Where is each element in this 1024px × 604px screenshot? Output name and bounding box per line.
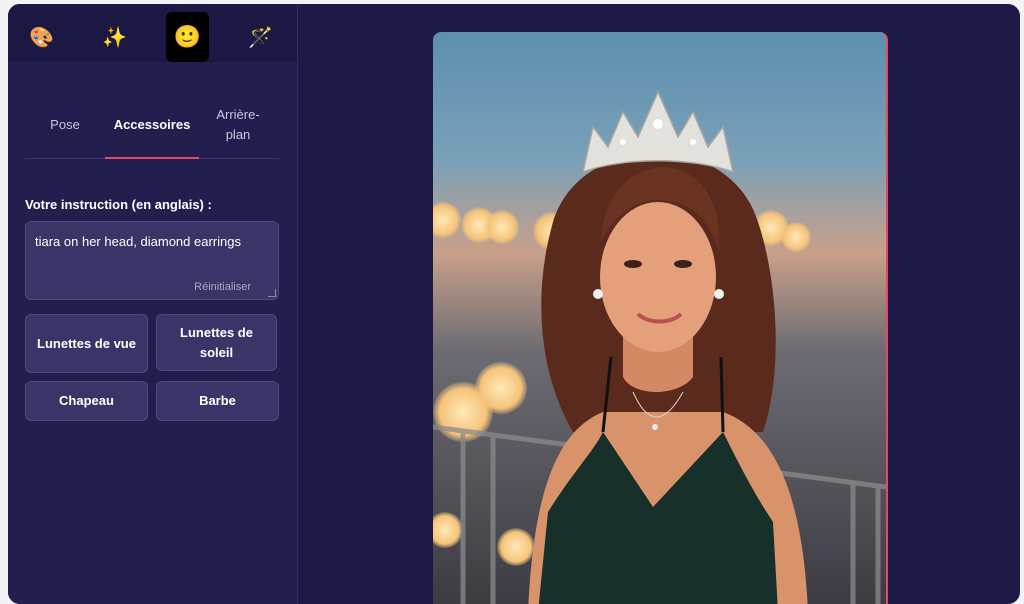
portrait-illustration bbox=[433, 90, 886, 604]
reset-button[interactable]: Réinitialiser bbox=[194, 281, 251, 293]
tab-pose[interactable]: Pose bbox=[25, 92, 105, 158]
preset-beard-button[interactable]: Barbe bbox=[156, 381, 279, 421]
app-window: 🎨 ✨ 🙂 🪄 Pose Accessoires Arrière-plan Vo… bbox=[8, 4, 1020, 604]
smiley-icon: 🙂 bbox=[173, 24, 202, 49]
tab-bar: Pose Accessoires Arrière-plan bbox=[25, 92, 279, 159]
magic-wand-tool-button[interactable]: 🪄 bbox=[239, 12, 282, 62]
preset-sunglasses-button[interactable]: Lunettes de soleil bbox=[156, 314, 277, 371]
tab-accessoires[interactable]: Accessoires bbox=[105, 92, 199, 159]
preset-hat-button[interactable]: Chapeau bbox=[25, 381, 148, 421]
preset-glasses-button[interactable]: Lunettes de vue bbox=[25, 314, 148, 373]
instruction-textarea[interactable]: tiara on her head, diamond earrings Réin… bbox=[25, 221, 279, 300]
palette-icon: 🎨 bbox=[29, 26, 54, 49]
sparkles-icon: ✨ bbox=[102, 26, 127, 49]
magic-wand-icon: 🪄 bbox=[248, 26, 273, 49]
tool-bar: 🎨 ✨ 🙂 🪄 bbox=[8, 4, 297, 62]
tab-arriere-plan[interactable]: Arrière-plan bbox=[210, 92, 266, 158]
instruction-label: Votre instruction (en anglais) : bbox=[25, 197, 212, 212]
resize-handle[interactable] bbox=[268, 289, 276, 297]
smiley-tool-button[interactable]: 🙂 bbox=[166, 12, 209, 62]
palette-tool-button[interactable]: 🎨 bbox=[20, 12, 63, 62]
sparkles-tool-button[interactable]: ✨ bbox=[93, 12, 136, 62]
result-image bbox=[433, 32, 888, 604]
sidebar: 🎨 ✨ 🙂 🪄 Pose Accessoires Arrière-plan Vo… bbox=[8, 4, 298, 604]
instruction-value[interactable]: tiara on her head, diamond earrings bbox=[35, 234, 241, 249]
